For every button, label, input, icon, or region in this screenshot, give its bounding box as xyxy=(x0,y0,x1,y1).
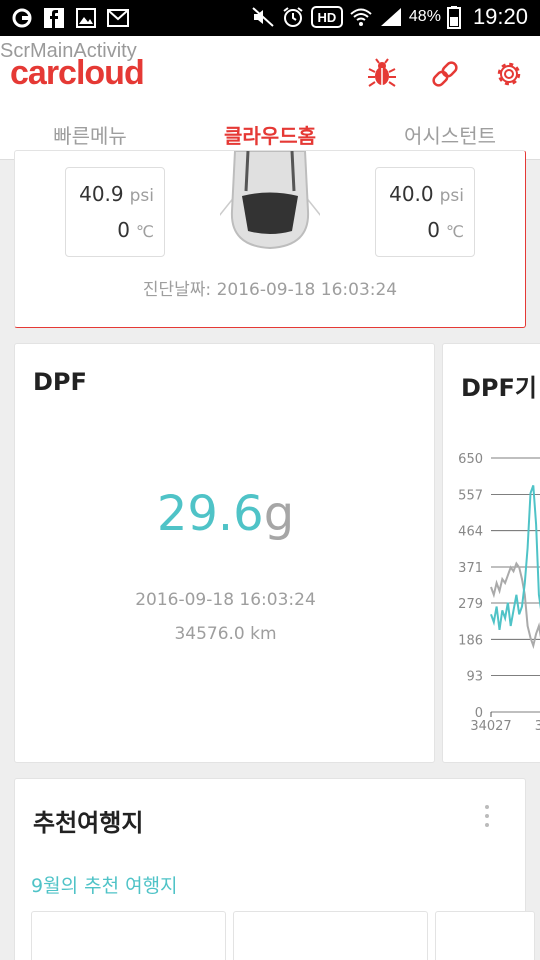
status-time: 19:20 xyxy=(472,4,528,29)
tire-temp-unit: ℃ xyxy=(446,222,464,241)
chart-x-tick-label: 34 xyxy=(535,719,540,734)
chart-series-line xyxy=(490,485,540,631)
dpf-value: 29.6g xyxy=(15,486,436,542)
debug-activity-label: ScrMainActivity xyxy=(0,40,137,62)
tire-pressure-unit: psi xyxy=(439,186,464,206)
gear-icon[interactable] xyxy=(493,58,525,90)
tire-pressure-unit: psi xyxy=(129,186,154,206)
recommended-title: 추천여행지 xyxy=(33,809,144,837)
recommended-item[interactable] xyxy=(31,911,226,960)
tire-temp-value: 0 xyxy=(117,218,131,242)
car-image xyxy=(220,151,320,250)
signal-icon xyxy=(379,5,403,29)
chart-y-tick-label: 557 xyxy=(458,488,483,503)
recommended-item[interactable] xyxy=(233,911,428,960)
diagnosis-date: 진단날짜: 2016-09-18 16:03:24 xyxy=(142,280,398,300)
hd-icon: HD xyxy=(310,5,343,29)
chart-y-tick-label: 371 xyxy=(458,561,483,576)
o-app-icon xyxy=(10,6,34,30)
battery-icon xyxy=(446,5,461,29)
status-bar: HD 48% 19:20 xyxy=(0,0,540,36)
chart-y-tick-label: 93 xyxy=(466,670,483,685)
tire-temp-unit: ℃ xyxy=(136,222,154,241)
tire-pressure-value: 40.0 xyxy=(389,182,434,206)
dpf-title: DPF xyxy=(33,368,87,396)
mute-icon xyxy=(251,5,275,29)
battery-percent: 48% xyxy=(408,8,441,25)
mail-icon xyxy=(106,6,130,30)
tab-cloud-home[interactable]: 클라우드홈 xyxy=(180,120,360,149)
tire-pressure-value: 40.9 xyxy=(79,182,124,206)
dpf-date: 2016-09-18 16:03:24 xyxy=(135,590,316,610)
more-vert-icon[interactable] xyxy=(479,803,495,829)
tire-front-right: 40.0 psi 0 ℃ xyxy=(375,167,475,257)
chart-x-tick-label: 34027 xyxy=(470,719,511,734)
tire-pressure-card[interactable]: 40.9 psi 0 ℃ 40.0 psi 0 ℃ 진단날짜: 2016-09-18 1… xyxy=(14,150,526,328)
tire-front-left: 40.9 psi 0 ℃ xyxy=(65,167,165,257)
gallery-icon xyxy=(74,6,98,30)
tab-quick-menu[interactable]: 빠른메뉴 xyxy=(0,120,180,149)
facebook-icon xyxy=(42,6,66,30)
dpf-card[interactable]: DPF 29.6g 2016-09-18 16:03:24 34576.0 km xyxy=(14,343,435,763)
chart-y-tick-label: 464 xyxy=(458,525,483,540)
tab-assistant[interactable]: 어시스턴트 xyxy=(360,120,540,149)
chart-y-tick-label: 186 xyxy=(458,633,483,648)
dpf-chart: 6505574643712791869303402734 xyxy=(458,452,540,734)
dpf-value-unit: g xyxy=(263,486,295,542)
dpf-chart-card[interactable]: DPF기 6505574643712791869303402734 xyxy=(442,343,540,763)
alarm-icon xyxy=(281,5,305,29)
chart-y-tick-label: 279 xyxy=(458,597,483,612)
dpf-mileage: 34576.0 km xyxy=(174,624,277,644)
dpf-value-number: 29.6 xyxy=(156,486,264,542)
wifi-icon xyxy=(349,5,373,29)
app-bar: carcloud ScrMainActivity xyxy=(0,36,540,112)
recommended-item[interactable] xyxy=(435,911,535,960)
tire-temp-value: 0 xyxy=(427,218,441,242)
link-icon[interactable] xyxy=(429,58,461,90)
recommended-subtitle: 9월의 추천 여행지 xyxy=(31,875,178,897)
chart-y-tick-label: 650 xyxy=(458,452,483,467)
bug-icon[interactable] xyxy=(366,58,398,90)
recommended-card[interactable]: 추천여행지 9월의 추천 여행지 xyxy=(14,778,535,960)
